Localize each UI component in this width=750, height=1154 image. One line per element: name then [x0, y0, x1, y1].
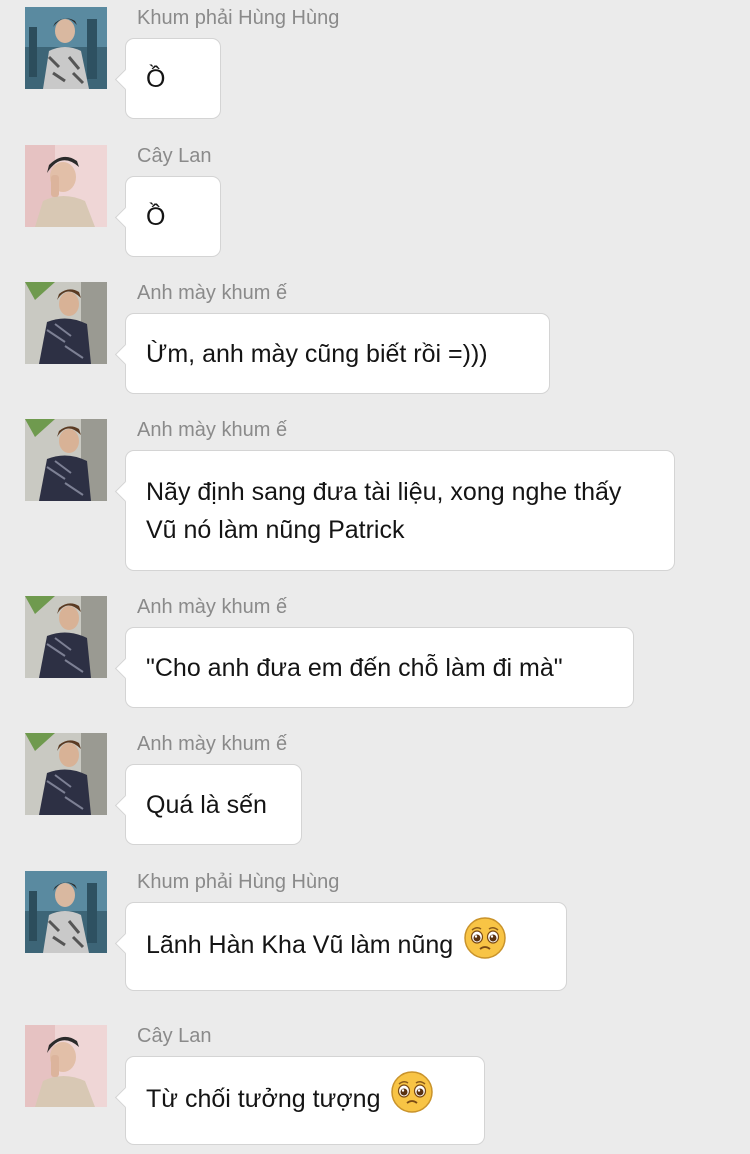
- sender-name: Khum phải Hùng Hùng: [137, 871, 340, 893]
- sender-name: Anh mày khum ế: [137, 282, 288, 304]
- sender-name: Khum phải Hùng Hùng: [137, 7, 340, 29]
- avatar[interactable]: [25, 1025, 107, 1107]
- avatar[interactable]: [25, 7, 107, 89]
- message-bubble[interactable]: Ồ: [125, 176, 221, 257]
- message-bubble[interactable]: Quá là sến: [125, 764, 302, 845]
- avatar[interactable]: [25, 871, 107, 953]
- message-text: Ồ: [146, 64, 166, 93]
- sender-name: Cây Lan: [137, 145, 212, 167]
- message-bubble[interactable]: Ừm, anh mày cũng biết rồi =))): [125, 313, 550, 394]
- message-text: Ồ: [146, 202, 166, 231]
- message-bubble[interactable]: Ồ: [125, 38, 221, 119]
- avatar[interactable]: [25, 145, 107, 227]
- avatar[interactable]: [25, 419, 107, 501]
- message-bubble[interactable]: "Cho anh đưa em đến chỗ làm đi mà": [125, 627, 634, 708]
- sender-name: Anh mày khum ế: [137, 419, 288, 441]
- pleading-face-emoji-icon: [463, 916, 507, 971]
- message-text: "Cho anh đưa em đến chỗ làm đi mà": [146, 653, 563, 682]
- avatar[interactable]: [25, 733, 107, 815]
- message-text: Nãy định sang đưa tài liệu, xong nghe th…: [146, 477, 622, 544]
- avatar[interactable]: [25, 282, 107, 364]
- message-text-content: Từ chối tưởng tượng: [146, 1085, 381, 1114]
- pleading-face-emoji-icon: [390, 1070, 434, 1125]
- message-bubble[interactable]: Lãnh Hàn Kha Vũ làm nũng: [125, 902, 567, 991]
- sender-name: Anh mày khum ế: [137, 733, 288, 755]
- message-text: Ừm, anh mày cũng biết rồi =))): [146, 339, 488, 368]
- avatar[interactable]: [25, 596, 107, 678]
- message-text: Quá là sến: [146, 790, 267, 819]
- message-bubble[interactable]: Từ chối tưởng tượng: [125, 1056, 485, 1145]
- sender-name: Anh mày khum ế: [137, 596, 288, 618]
- message-text-content: Lãnh Hàn Kha Vũ làm nũng: [146, 931, 454, 960]
- message-text: Từ chối tưởng tượng: [146, 1071, 434, 1125]
- sender-name: Cây Lan: [137, 1025, 212, 1047]
- message-bubble[interactable]: Nãy định sang đưa tài liệu, xong nghe th…: [125, 450, 675, 571]
- message-text: Lãnh Hàn Kha Vũ làm nũng: [146, 917, 507, 971]
